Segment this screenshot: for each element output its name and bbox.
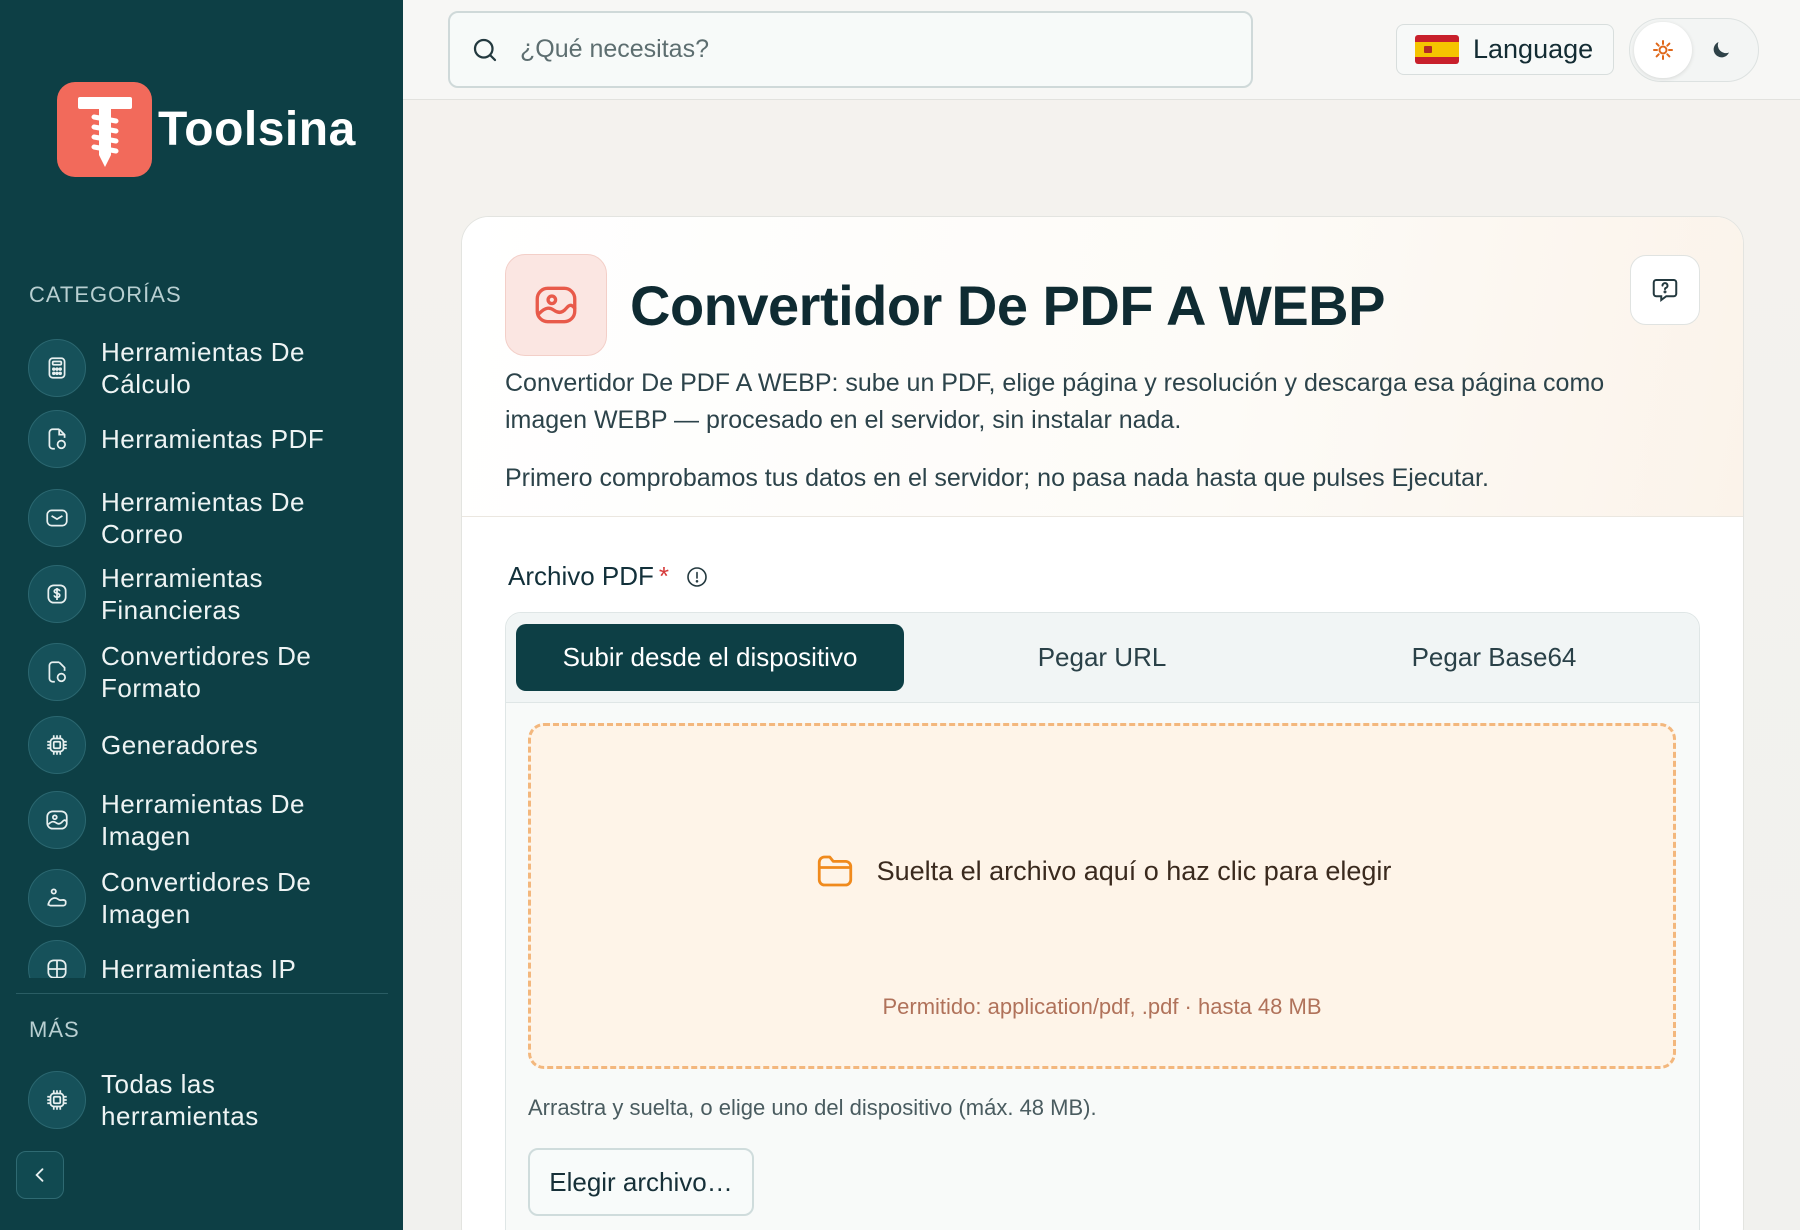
chip-icon	[28, 716, 86, 774]
search-input[interactable]	[520, 35, 1220, 64]
sidebar-item-label: Herramientas De Correo	[101, 487, 306, 549]
file-dropzone[interactable]: Suelta el archivo aquí o haz clic para e…	[528, 723, 1676, 1069]
category-nav: Herramientas De Cálculo Herramientas PDF…	[16, 328, 388, 978]
sidebar-item-label: Generadores	[101, 730, 259, 760]
convert-icon	[28, 643, 86, 701]
dollar-icon	[28, 565, 86, 623]
tool-note: Primero comprobamos tus datos en el serv…	[505, 464, 1489, 492]
light-theme-option[interactable]	[1634, 22, 1692, 78]
sidebar-item-formato[interactable]: Convertidores De Formato	[28, 640, 351, 704]
file-input-panel: Subir desde el dispositivo Pegar URL Peg…	[505, 612, 1700, 1230]
sidebar: Toolsina CATEGORÍAS Herramientas De Cálc…	[0, 0, 403, 1230]
sidebar-item-label: Herramientas PDF	[101, 424, 325, 454]
help-chat-icon	[1652, 279, 1678, 302]
sidebar-item-todas[interactable]: Todas las herramientas	[28, 1068, 351, 1132]
tool-description: Convertidor De PDF A WEBP: sube un PDF, …	[505, 369, 1605, 434]
sidebar-item-label: Convertidores De Formato	[101, 641, 312, 703]
sidebar-item-label: Todas las herramientas	[101, 1069, 259, 1131]
sidebar-divider	[16, 993, 388, 994]
image-icon	[505, 254, 607, 356]
sidebar-item-label: Herramientas IP	[101, 954, 297, 978]
sidebar-item-calculo[interactable]: Herramientas De Cálculo	[28, 336, 351, 400]
sidebar-item-ip[interactable]: Herramientas IP	[28, 940, 351, 978]
categories-heading: CATEGORÍAS	[29, 282, 182, 307]
language-button[interactable]: Language	[1396, 24, 1614, 75]
calculator-icon	[28, 339, 86, 397]
tab-upload-device[interactable]: Subir desde el dispositivo	[516, 624, 904, 691]
tool-card: Convertidor De PDF A WEBP Convertidor De…	[461, 216, 1744, 1230]
info-icon[interactable]	[685, 565, 709, 589]
sidebar-item-convertidores-imagen[interactable]: Convertidores De Imagen	[28, 866, 351, 930]
pdf-file-label: Archivo PDF *	[508, 561, 709, 592]
sidebar-item-generadores[interactable]: Generadores	[28, 716, 351, 774]
tab-paste-url[interactable]: Pegar URL	[908, 624, 1296, 691]
choose-file-button[interactable]: Elegir archivo…	[528, 1148, 754, 1216]
screw-logo-icon	[57, 82, 152, 177]
language-label: Language	[1473, 34, 1594, 64]
spain-flag-icon	[1415, 35, 1459, 64]
search-box[interactable]	[448, 11, 1253, 88]
logo[interactable]: Toolsina	[57, 82, 356, 177]
dark-theme-option[interactable]	[1692, 22, 1750, 78]
field-label-text: Archivo PDF	[508, 561, 654, 591]
pdf-icon	[28, 410, 86, 468]
collapse-sidebar-button[interactable]	[16, 1151, 64, 1199]
brand-name: Toolsina	[158, 103, 356, 156]
search-icon	[473, 38, 497, 61]
page-title: Convertidor De PDF A WEBP	[630, 274, 1385, 337]
source-tabs: Subir desde el dispositivo Pegar URL Peg…	[506, 613, 1699, 703]
sidebar-item-imagen[interactable]: Herramientas De Imagen	[28, 788, 351, 852]
moon-icon	[1713, 42, 1729, 58]
required-marker: *	[658, 561, 670, 591]
sidebar-item-label: Herramientas De Cálculo	[101, 337, 306, 399]
sidebar-item-financieras[interactable]: Herramientas Financieras	[28, 562, 351, 626]
sidebar-item-label: Herramientas De Imagen	[101, 789, 306, 851]
help-button[interactable]	[1630, 255, 1700, 325]
sidebar-item-label: Convertidores De Imagen	[101, 867, 312, 929]
folder-icon	[817, 855, 852, 887]
mail-icon	[28, 489, 86, 547]
sidebar-item-correo[interactable]: Herramientas De Correo	[28, 486, 351, 550]
sidebar-item-label: Herramientas Financieras	[101, 563, 264, 625]
chevron-left-icon	[35, 1168, 44, 1182]
sun-icon	[1653, 40, 1673, 60]
dropzone-prompt: Suelta el archivo aquí o haz clic para e…	[531, 850, 1673, 892]
allowed-types-text: Permitido: application/pdf, .pdf · hasta…	[882, 994, 1322, 1019]
main-content: Convertidor De PDF A WEBP Convertidor De…	[403, 100, 1800, 1230]
image-convert-icon	[28, 869, 86, 927]
chip-icon	[28, 1071, 86, 1129]
dropzone-text: Suelta el archivo aquí o haz clic para e…	[876, 855, 1392, 886]
network-icon	[28, 940, 86, 978]
more-heading: MÁS	[29, 1017, 80, 1042]
sidebar-item-pdf[interactable]: Herramientas PDF	[28, 410, 351, 468]
image-icon	[28, 791, 86, 849]
tool-header: Convertidor De PDF A WEBP Convertidor De…	[462, 217, 1743, 517]
top-bar: Language	[403, 0, 1800, 100]
upload-hint: Arrastra y suelta, o elige uno del dispo…	[528, 1095, 1097, 1120]
theme-toggle[interactable]	[1629, 18, 1759, 82]
tab-paste-base64[interactable]: Pegar Base64	[1300, 624, 1688, 691]
